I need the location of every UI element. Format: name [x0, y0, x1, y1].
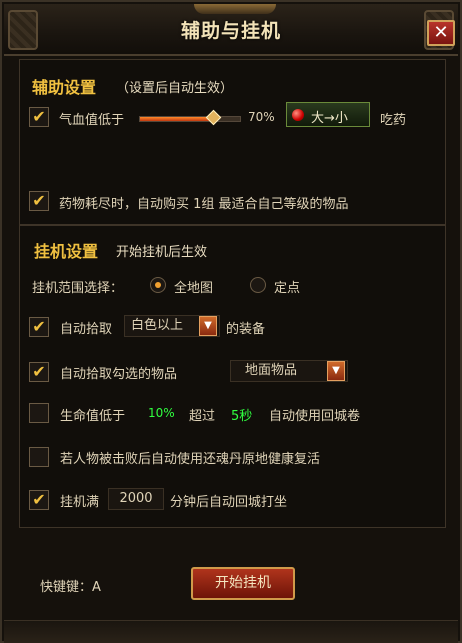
life-action: 自动使用回城卷 [269, 409, 361, 424]
pickup-checked-label: 自动拾取勾选的物品 [60, 367, 178, 382]
pickup-checked-checkbox[interactable]: ✔ [29, 362, 49, 382]
buy-label: 药物耗尽时，自动购买 1组 最适合自己等级的物品 [59, 197, 349, 212]
exceed-label: 超过 [189, 409, 216, 424]
life-label: 生命值低于 [60, 409, 126, 424]
red-orb-icon [292, 109, 304, 121]
assist-section-title: 辅助设置 [32, 78, 97, 97]
revive-label: 若人物被击败后自动使用还魂丹原地健康复活 [60, 452, 321, 467]
ground-items-dropdown-arrow-icon[interactable]: ▼ [327, 361, 345, 381]
hp-label: 气血值低于 [59, 113, 125, 128]
order-toggle-button[interactable]: 大→小 [286, 102, 370, 127]
hp-slider[interactable] [139, 116, 241, 122]
hp-value: 70% [248, 110, 275, 124]
order-label: 大→小 [311, 111, 348, 126]
crown-ornament [194, 4, 276, 14]
range-option-fixed-point: 定点 [274, 281, 301, 296]
range-radio-full-map[interactable] [150, 277, 166, 293]
quality-value: 白色以上 [131, 318, 184, 333]
life-checkbox[interactable] [29, 403, 49, 423]
quality-dropdown-arrow-icon[interactable]: ▼ [199, 316, 217, 336]
exceed-value[interactable]: 5秒 [231, 405, 252, 424]
buy-checkbox[interactable]: ✔ [29, 191, 49, 211]
assist-section-note: （设置后自动生效） [116, 81, 234, 96]
take-label: 吃药 [380, 113, 407, 128]
range-label: 挂机范围选择： [32, 281, 124, 296]
full-action: 分钟后自动回城打坐 [170, 495, 288, 510]
hp-slider-fill [140, 117, 210, 121]
revive-checkbox[interactable] [29, 447, 49, 467]
range-option-full-map: 全地图 [174, 281, 214, 296]
ground-items-value: 地面物品 [245, 363, 298, 378]
bottom-ornament [4, 620, 458, 643]
full-label: 挂机满 [60, 495, 100, 510]
window-title: 辅助与挂机 [180, 20, 281, 42]
idle-section-title: 挂机设置 [34, 242, 99, 261]
title-bar[interactable]: 辅助与挂机 ✕ [4, 4, 458, 56]
pickup-checkbox[interactable]: ✔ [29, 317, 49, 337]
pickup-label: 自动拾取 [60, 322, 113, 337]
life-value[interactable]: 10% [148, 406, 175, 420]
hp-checkbox[interactable]: ✔ [29, 107, 49, 127]
hotkey-label: 快键键：A [40, 580, 101, 595]
range-radio-fixed-point[interactable] [250, 277, 266, 293]
idle-section-note: 开始挂机后生效 [116, 245, 208, 260]
minutes-input[interactable]: 2000 [108, 488, 164, 510]
assist-idle-window: 辅助与挂机 ✕ 辅助设置 （设置后自动生效） ✔ 气血值低于 70% 大→小 吃… [0, 0, 462, 643]
pickup-suffix: 的装备 [226, 322, 266, 337]
start-idle-button[interactable]: 开始挂机 [191, 567, 295, 600]
full-checkbox[interactable]: ✔ [29, 490, 49, 510]
close-button[interactable]: ✕ [427, 20, 455, 46]
